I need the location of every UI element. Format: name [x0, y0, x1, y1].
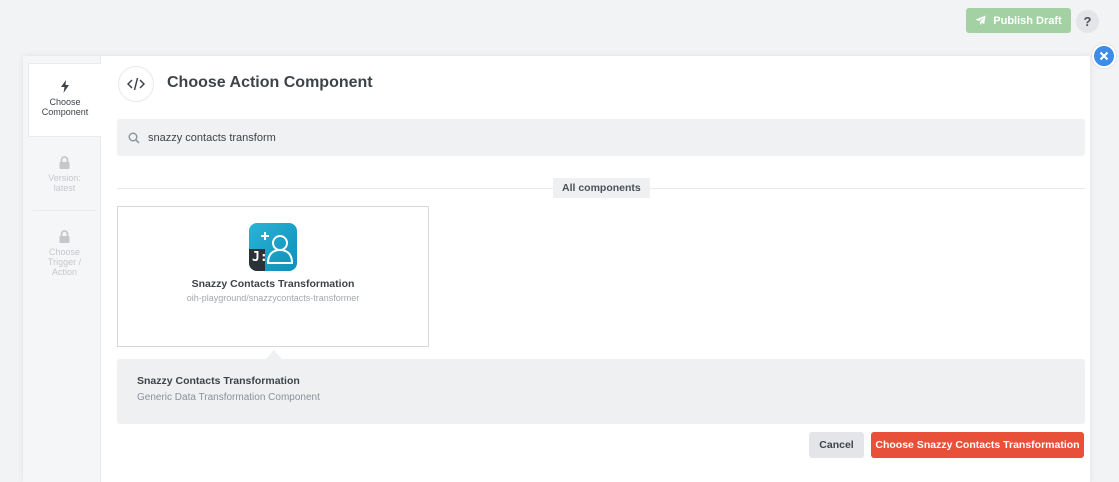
all-components-label: All components: [553, 178, 650, 198]
component-card[interactable]: J: Snazzy Contacts Transformation oih-pl…: [117, 206, 429, 347]
search-icon: [128, 132, 140, 144]
help-button[interactable]: ?: [1076, 10, 1099, 33]
selected-component-name: Snazzy Contacts Transformation: [137, 375, 300, 387]
search-bar[interactable]: [117, 119, 1085, 156]
modal-title: Choose Action Component: [167, 74, 373, 91]
stepper-sidebar: Choose Component Version: latest Choose …: [23, 56, 101, 482]
lock-icon: [59, 156, 70, 169]
help-label: ?: [1083, 14, 1092, 29]
selected-component-description: Generic Data Transformation Component: [137, 392, 320, 403]
close-icon: [1099, 51, 1109, 61]
step-label-line: Component: [41, 107, 89, 117]
header-code-badge: [118, 66, 154, 102]
step-label-line: Choose: [49, 97, 81, 107]
step-label-line: Choose: [48, 247, 81, 257]
step-choose-component[interactable]: Choose Component: [28, 63, 101, 137]
selection-pointer: [266, 350, 282, 359]
step-version: Version: latest: [33, 151, 96, 211]
step-label-line: Trigger /: [47, 257, 82, 267]
step-label-line: Action: [51, 267, 77, 277]
step-label-line: latest: [53, 183, 76, 193]
choose-component-button[interactable]: Choose Snazzy Contacts Transformation: [871, 432, 1084, 458]
lock-icon: [59, 230, 70, 243]
component-path: oih-playground/snazzycontacts-transforme…: [186, 293, 360, 303]
cancel-button[interactable]: Cancel: [809, 432, 864, 458]
component-logo-text: J:: [252, 250, 268, 265]
close-modal-button[interactable]: [1092, 44, 1116, 68]
code-icon: [127, 77, 145, 91]
publish-draft-label: Publish Draft: [993, 14, 1062, 27]
component-logo: J:: [249, 223, 297, 271]
publish-draft-button[interactable]: Publish Draft: [966, 8, 1071, 33]
search-input[interactable]: [148, 131, 1048, 144]
selected-component-info: Snazzy Contacts Transformation Generic D…: [117, 359, 1085, 424]
step-choose-trigger-action: Choose Trigger / Action: [28, 226, 101, 286]
component-name: Snazzy Contacts Transformation: [191, 278, 355, 290]
choose-component-modal: Choose Component Version: latest Choose …: [23, 56, 1090, 482]
paper-plane-icon: [975, 15, 986, 26]
lightning-icon: [61, 80, 69, 93]
step-label-line: Version:: [48, 173, 81, 183]
